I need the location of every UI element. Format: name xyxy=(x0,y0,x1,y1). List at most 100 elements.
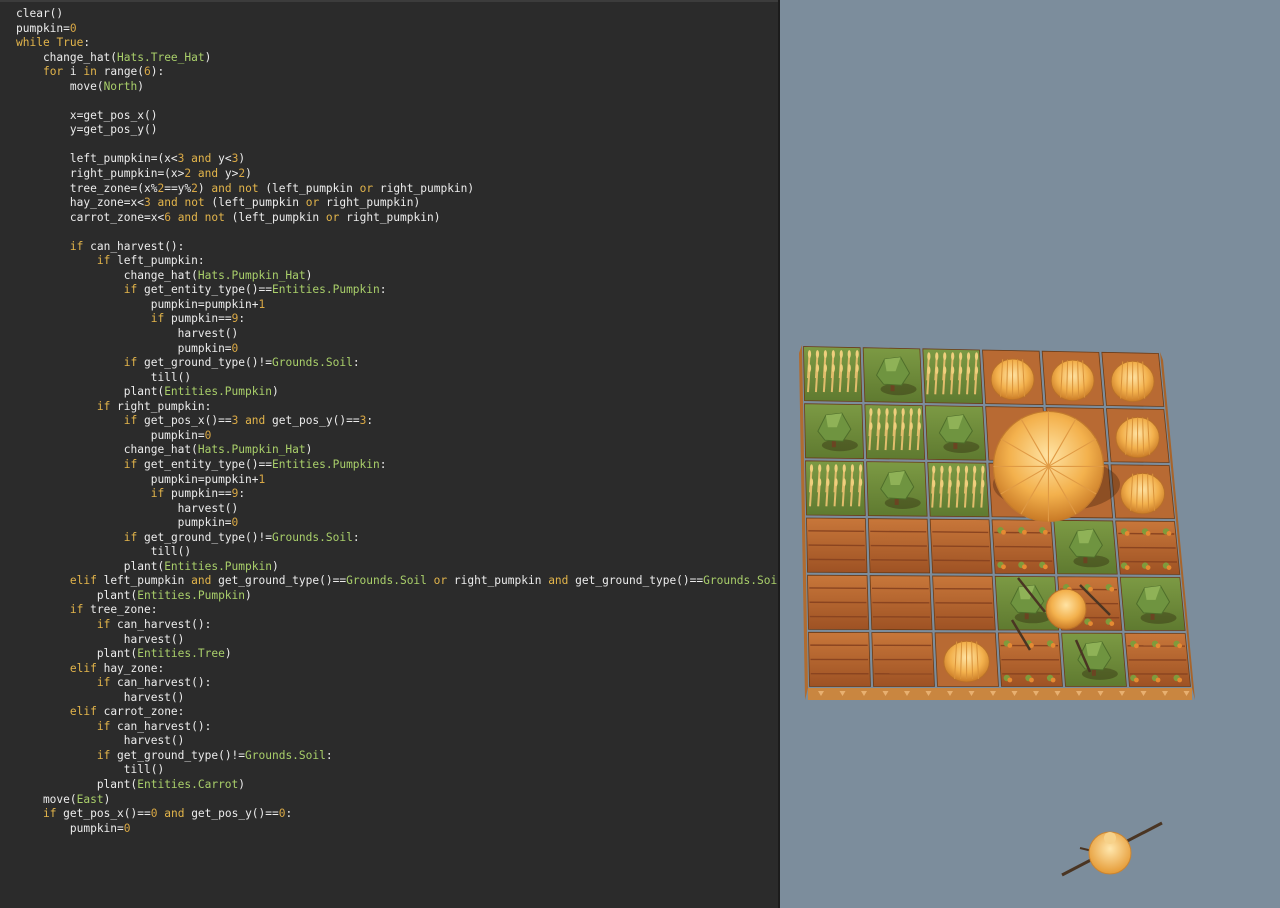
hay-head xyxy=(834,464,838,473)
hay-head xyxy=(823,364,827,373)
code-line[interactable]: pumpkin=0 xyxy=(16,822,778,837)
code-line[interactable]: x=get_pos_x() xyxy=(16,109,778,124)
board-edge-front xyxy=(808,688,1192,700)
hay-head xyxy=(981,479,985,488)
code-line[interactable]: change_hat(Hats.Tree_Hat) xyxy=(16,51,778,66)
code-line[interactable]: change_hat(Hats.Pumpkin_Hat) xyxy=(16,443,778,458)
code-line[interactable]: plant(Entities.Pumpkin) xyxy=(16,560,778,575)
code-editor[interactable]: clear() pumpkin=0 while True: change_hat(H… xyxy=(0,0,780,908)
code-text[interactable]: clear() pumpkin=0 while True: change_hat(H… xyxy=(16,7,778,837)
code-line[interactable]: elif hay_zone: xyxy=(16,662,778,677)
code-line[interactable]: if pumpkin==9: xyxy=(16,312,778,327)
carrot-top xyxy=(1109,621,1115,627)
hay-head xyxy=(823,350,827,359)
carrot-top xyxy=(1177,643,1183,649)
code-line[interactable]: till() xyxy=(16,763,778,778)
carrot-top xyxy=(1155,643,1161,649)
code-line[interactable]: move(East) xyxy=(16,793,778,808)
carrot-top xyxy=(1022,564,1027,570)
carrot-top xyxy=(1124,565,1130,571)
hay-head xyxy=(974,366,979,375)
hay-head xyxy=(855,350,859,359)
code-line[interactable]: if get_pos_x()==3 and get_pos_y()==3: xyxy=(16,414,778,429)
code-line[interactable]: carrot_zone=x<6 and not (left_pumpkin or… xyxy=(16,211,778,226)
drone-icon xyxy=(1061,821,1163,877)
code-line[interactable]: if can_harvest(): xyxy=(16,240,778,255)
carrot-top xyxy=(1050,643,1056,648)
code-line[interactable]: while True: xyxy=(16,36,778,51)
code-line[interactable]: elif carrot_zone: xyxy=(16,705,778,720)
code-line[interactable]: pumpkin=0 xyxy=(16,516,778,531)
code-line[interactable]: plant(Entities.Pumpkin) xyxy=(16,589,778,604)
hay-head xyxy=(940,479,944,488)
code-line[interactable]: plant(Entities.Pumpkin) xyxy=(16,385,778,400)
farm-viewport[interactable] xyxy=(780,0,1280,908)
code-line[interactable]: harvest() xyxy=(16,327,778,342)
code-line[interactable]: hay_zone=x<3 and not (left_pumpkin or ri… xyxy=(16,196,778,211)
code-line[interactable]: if can_harvest(): xyxy=(16,618,778,633)
carrot-top xyxy=(1145,531,1151,536)
code-line[interactable]: for i in range(6): xyxy=(16,65,778,80)
code-line[interactable]: pumpkin=pumpkin+1 xyxy=(16,298,778,313)
code-line[interactable]: till() xyxy=(16,545,778,560)
hay-head xyxy=(951,352,955,361)
code-line[interactable]: pumpkin=pumpkin+1 xyxy=(16,473,778,488)
code-line[interactable]: harvest() xyxy=(16,691,778,706)
hay-head xyxy=(831,350,835,359)
code-line[interactable]: harvest() xyxy=(16,502,778,517)
hay-head xyxy=(885,422,889,431)
code-line[interactable]: left_pumpkin=(x<3 and y<3) xyxy=(16,152,778,167)
code-line[interactable]: pumpkin=0 xyxy=(16,22,778,37)
code-line[interactable]: if get_entity_type()==Entities.Pumpkin: xyxy=(16,458,778,473)
hay-head xyxy=(935,366,939,375)
code-line[interactable] xyxy=(16,94,778,109)
hay-head xyxy=(818,464,822,473)
code-line[interactable]: right_pumpkin=(x>2 and y>2) xyxy=(16,167,778,182)
code-line[interactable] xyxy=(16,138,778,153)
hay-head xyxy=(966,352,971,361)
code-line[interactable]: if pumpkin==9: xyxy=(16,487,778,502)
drone-head xyxy=(1104,832,1116,844)
code-line[interactable]: if get_pos_x()==0 and get_pos_y()==0: xyxy=(16,807,778,822)
code-line[interactable]: plant(Entities.Carrot) xyxy=(16,778,778,793)
code-line[interactable]: tree_zone=(x%2==y%2) and not (left_pumpk… xyxy=(16,182,778,197)
code-line[interactable]: if can_harvest(): xyxy=(16,720,778,735)
code-line[interactable]: harvest() xyxy=(16,633,778,648)
code-line[interactable]: if get_entity_type()==Entities.Pumpkin: xyxy=(16,283,778,298)
hay-head xyxy=(956,465,960,474)
hay-head xyxy=(932,465,936,474)
code-line[interactable]: if get_ground_type()!=Grounds.Soil: xyxy=(16,356,778,371)
code-line[interactable]: plant(Entities.Tree) xyxy=(16,647,778,662)
code-line[interactable]: change_hat(Hats.Pumpkin_Hat) xyxy=(16,269,778,284)
code-line[interactable] xyxy=(16,225,778,240)
furrow xyxy=(870,530,927,533)
hay-head xyxy=(948,465,952,474)
hay-head xyxy=(847,364,851,373)
code-line[interactable]: clear() xyxy=(16,7,778,22)
hay-head xyxy=(927,352,931,361)
carrot-top xyxy=(1166,565,1172,571)
code-line[interactable]: till() xyxy=(16,371,778,386)
carrot-top xyxy=(1133,643,1139,649)
carrot-top xyxy=(1088,586,1093,592)
code-line[interactable]: if get_ground_type()!=Grounds.Soil: xyxy=(16,531,778,546)
code-line[interactable]: elif left_pumpkin and get_ground_type()=… xyxy=(16,574,778,589)
hay-head xyxy=(973,479,977,488)
code-line[interactable]: if left_pumpkin: xyxy=(16,254,778,269)
code-line[interactable]: pumpkin=0 xyxy=(16,342,778,357)
hay-head xyxy=(826,464,830,473)
hay-head xyxy=(826,478,830,487)
code-line[interactable]: pumpkin=0 xyxy=(16,429,778,444)
code-line[interactable]: if get_ground_type()!=Grounds.Soil: xyxy=(16,749,778,764)
hay-head xyxy=(809,464,814,473)
furrow xyxy=(808,530,865,533)
code-line[interactable]: harvest() xyxy=(16,734,778,749)
code-line[interactable]: if tree_zone: xyxy=(16,603,778,618)
code-line[interactable]: if can_harvest(): xyxy=(16,676,778,691)
code-line[interactable]: if right_pumpkin: xyxy=(16,400,778,415)
carrot-top xyxy=(1133,677,1139,683)
hay-head xyxy=(850,464,855,473)
hay-head xyxy=(847,350,851,359)
code-line[interactable]: y=get_pos_y() xyxy=(16,123,778,138)
code-line[interactable]: move(North) xyxy=(16,80,778,95)
